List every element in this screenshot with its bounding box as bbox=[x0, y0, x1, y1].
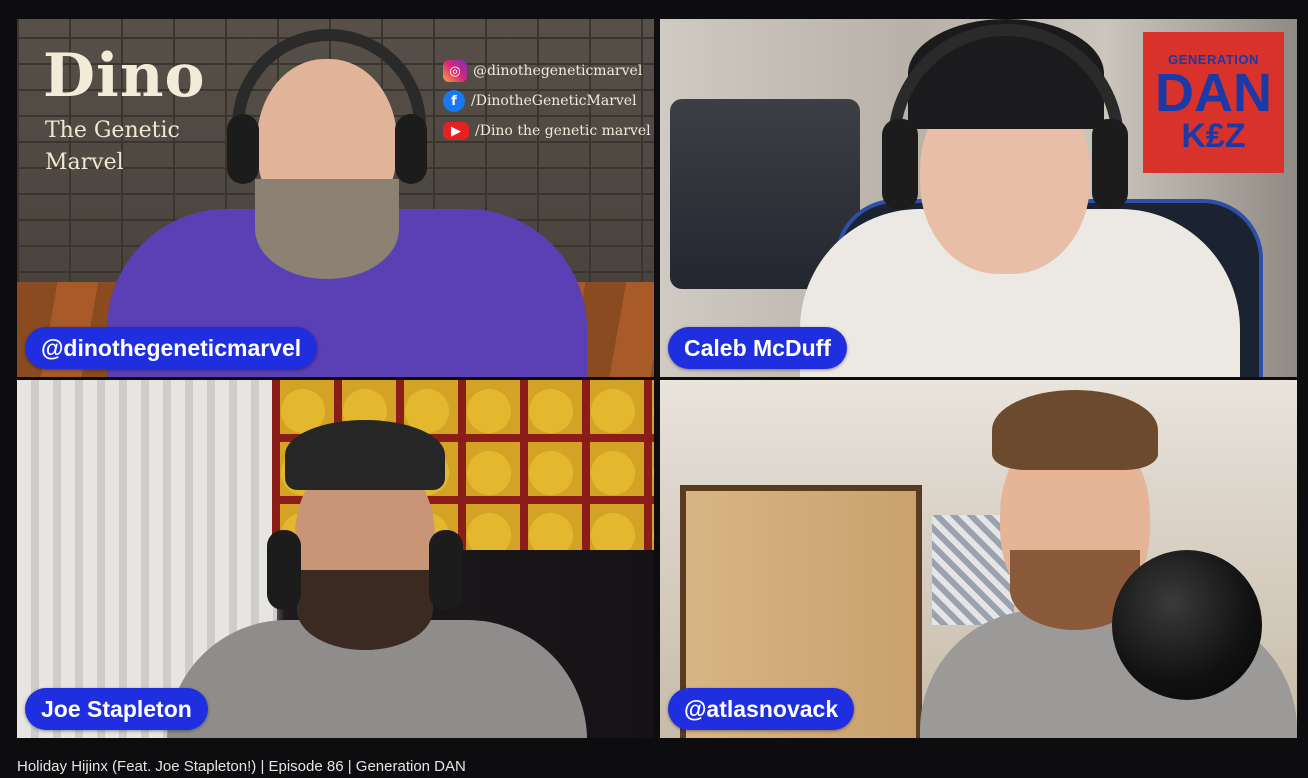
participant-name-tag: Joe Stapleton bbox=[25, 688, 208, 730]
episode-title-ticker: Holiday Hijinx (Feat. Joe Stapleton!) | … bbox=[17, 758, 466, 775]
earcup-left bbox=[227, 114, 259, 184]
participant-tile-joe[interactable]: Joe Stapleton bbox=[17, 380, 654, 738]
participant-name-tag: Caleb McDuff bbox=[668, 327, 847, 369]
generation-dan-logo: GENERATION DAN K₤Z bbox=[1143, 32, 1284, 173]
participant-video-joe bbox=[167, 420, 587, 738]
microphone bbox=[1112, 550, 1262, 700]
beard bbox=[255, 179, 399, 279]
participant-name-tag: @dinothegeneticmarvel bbox=[25, 327, 318, 369]
participant-tile-atlas[interactable]: @atlasnovack bbox=[660, 380, 1297, 738]
earcup-right bbox=[395, 114, 427, 184]
video-call-grid: Dino The Genetic Marvel ◎ @dinothegeneti… bbox=[0, 0, 1308, 775]
earcup-left bbox=[267, 530, 301, 610]
earcup-right bbox=[429, 530, 463, 610]
participant-name-tag: @atlasnovack bbox=[668, 688, 855, 730]
beard bbox=[297, 570, 433, 650]
logo-line-3: K₤Z bbox=[1181, 117, 1246, 155]
logo-line-2: DAN bbox=[1155, 63, 1272, 123]
participant-video-atlas bbox=[900, 390, 1297, 738]
participant-tile-caleb[interactable]: GENERATION DAN K₤Z Caleb McDuff bbox=[660, 19, 1297, 377]
cap bbox=[285, 420, 445, 490]
hair bbox=[992, 390, 1158, 470]
participant-video-dino bbox=[107, 29, 587, 377]
earcup-right bbox=[1092, 119, 1128, 209]
participant-tile-dino[interactable]: Dino The Genetic Marvel ◎ @dinothegeneti… bbox=[17, 19, 654, 377]
earcup-left bbox=[882, 119, 918, 209]
